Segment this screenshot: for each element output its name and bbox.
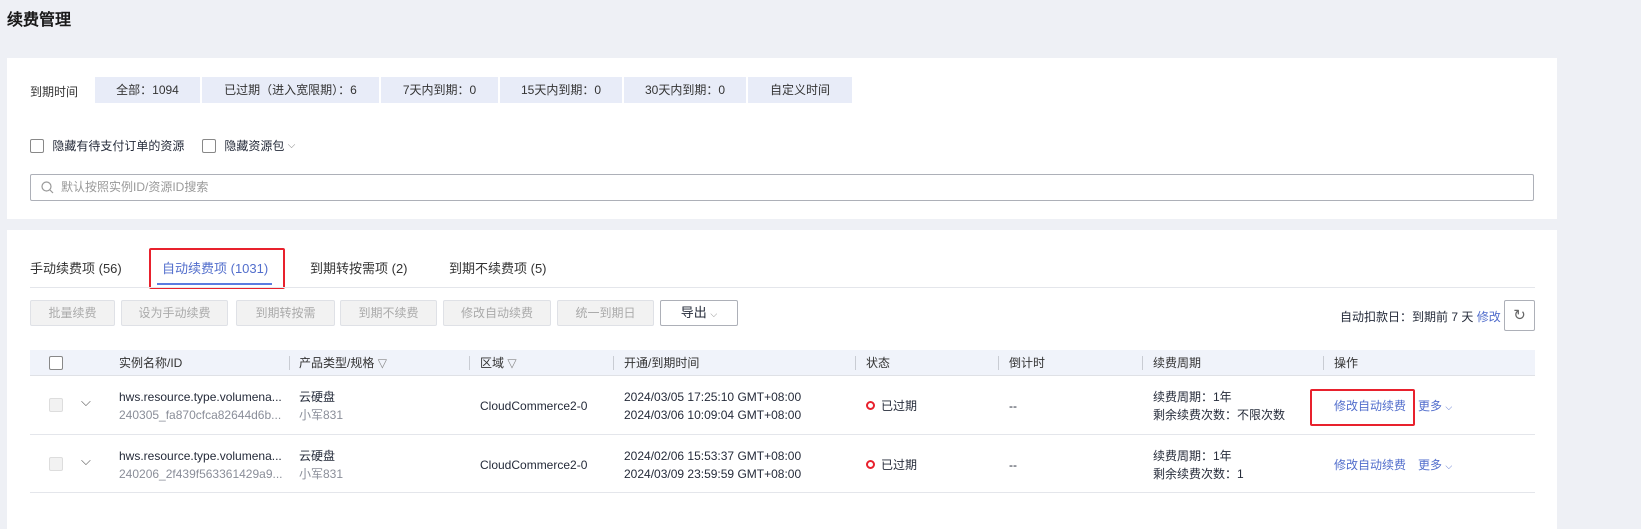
header-cycle: 续费周期: [1153, 356, 1202, 370]
product-type: 云硬盘: [299, 390, 336, 404]
hide-package-label: 隐藏资源包: [224, 139, 285, 153]
status: 已过期: [866, 456, 917, 474]
status: 已过期: [866, 397, 917, 415]
hide-pending-label: 隐藏有待支付订单的资源: [52, 139, 185, 153]
expiry-label: 到期时间: [30, 85, 79, 99]
end-time: 2024/03/09 23:59:59 GMT+08:00: [624, 467, 802, 481]
status-expired-icon: [866, 460, 875, 469]
region: CloudCommerce2-0: [480, 458, 588, 472]
remaining-renewals: 剩余续费次数：1: [1153, 467, 1244, 481]
page-title: 续费管理: [7, 12, 72, 29]
refresh-icon: ↻: [1513, 307, 1526, 324]
status-expired-icon: [866, 401, 875, 410]
filter-expired[interactable]: 已过期（进入宽限期）：6: [202, 77, 379, 103]
chevron-down-icon: ⌵: [1445, 402, 1453, 412]
countdown: --: [1009, 458, 1017, 472]
instance-name[interactable]: hws.resource.type.volumena...: [119, 447, 282, 465]
filter-custom[interactable]: 自定义时间: [748, 77, 852, 103]
refresh-button[interactable]: ↻: [1504, 300, 1535, 331]
tab-divider: [30, 287, 1535, 288]
tab-manual[interactable]: 手动续费项 (56): [30, 258, 122, 277]
unify-expiry-button[interactable]: 统一到期日: [557, 300, 654, 326]
no-renew-button[interactable]: 到期不续费: [340, 300, 437, 326]
instance-name[interactable]: hws.resource.type.volumena...: [119, 388, 282, 406]
deduct-text: 自动扣款日：到期前 7 天: [1340, 310, 1474, 324]
instance-id: 240305_fa870cfca82644d6b...: [119, 408, 282, 422]
row-checkbox[interactable]: [49, 398, 63, 412]
modify-auto-renew-link[interactable]: 修改自动续费: [1334, 456, 1406, 474]
chevron-down-icon: ⌵: [1445, 461, 1453, 471]
more-dropdown[interactable]: 更多 ⌵: [1418, 456, 1452, 475]
hide-pending-checkbox[interactable]: 隐藏有待支付订单的资源: [30, 137, 184, 154]
filter-15days[interactable]: 15天内到期：0: [500, 77, 622, 103]
row-checkbox[interactable]: [49, 457, 63, 471]
expand-chevron-icon[interactable]: ⌵: [81, 453, 91, 469]
deduct-info: 自动扣款日：到期前 7 天 修改: [1340, 308, 1501, 325]
set-manual-button[interactable]: 设为手动续费: [121, 300, 228, 326]
renew-cycle: 续费周期：1年: [1153, 390, 1232, 404]
renew-cycle: 续费周期：1年: [1153, 449, 1232, 463]
end-time: 2024/03/06 10:09:04 GMT+08:00: [624, 408, 802, 422]
filter-30days[interactable]: 30天内到期：0: [624, 77, 746, 103]
search-icon: [41, 181, 54, 194]
header-countdown: 倒计时: [1009, 356, 1046, 370]
tab-no-renew[interactable]: 到期不续费项 (5): [449, 258, 547, 277]
product-spec: 小军831: [299, 467, 344, 481]
hide-package-checkbox[interactable]: 隐藏资源包 ⌵: [202, 137, 295, 154]
batch-renew-button[interactable]: 批量续费: [30, 300, 115, 326]
header-actions: 操作: [1334, 356, 1359, 370]
product-type: 云硬盘: [299, 449, 336, 463]
header-region: 区域 ▽: [480, 356, 517, 370]
remaining-renewals: 剩余续费次数：不限次数: [1153, 408, 1286, 422]
header-name: 实例名称/ID: [119, 356, 183, 370]
select-all-checkbox[interactable]: [49, 356, 63, 370]
tab-to-ondemand[interactable]: 到期转按需项 (2): [310, 258, 408, 277]
region: CloudCommerce2-0: [480, 399, 588, 413]
filter-icon[interactable]: ▽: [378, 356, 387, 370]
export-label: 导出: [680, 305, 707, 320]
highlight-box: [149, 248, 285, 289]
countdown: --: [1009, 399, 1017, 413]
start-time: 2024/02/06 15:53:37 GMT+08:00: [624, 449, 802, 463]
filter-7days[interactable]: 7天内到期：0: [381, 77, 498, 103]
header-time: 开通/到期时间: [624, 356, 700, 370]
list-card: 手动续费项 (56) 自动续费项 (1031) 到期转按需项 (2) 到期不续费…: [7, 230, 1557, 529]
more-dropdown[interactable]: 更多 ⌵: [1418, 397, 1452, 416]
header-status: 状态: [866, 356, 891, 370]
expand-chevron-icon[interactable]: ⌵: [81, 394, 91, 410]
table-row: ⌵ hws.resource.type.volumena... 240305_f…: [30, 376, 1535, 435]
modify-deduct-link[interactable]: 修改: [1477, 310, 1501, 324]
to-ondemand-button[interactable]: 到期转按需: [236, 300, 335, 326]
modify-auto-renew-link[interactable]: 修改自动续费: [1334, 397, 1406, 415]
start-time: 2024/03/05 17:25:10 GMT+08:00: [624, 390, 802, 404]
filter-all[interactable]: 全部：1094: [95, 77, 200, 103]
search-input[interactable]: 默认按照实例ID/资源ID搜索: [30, 174, 1534, 201]
chevron-down-icon: ⌵: [287, 140, 296, 151]
instance-id: 240206_2f439f563361429a9...: [119, 467, 283, 481]
export-button[interactable]: 导出 ⌵: [660, 300, 738, 326]
modify-auto-renew-button[interactable]: 修改自动续费: [443, 300, 551, 326]
table-row: ⌵ hws.resource.type.volumena... 240206_2…: [30, 435, 1535, 493]
product-spec: 小军831: [299, 408, 344, 422]
filter-icon[interactable]: ▽: [507, 356, 516, 370]
table-header: 实例名称/ID 产品类型/规格 ▽ 区域 ▽ 开通/到期时间 状态 倒计时 续费…: [30, 350, 1535, 376]
header-product: 产品类型/规格 ▽: [299, 356, 387, 370]
chevron-down-icon: ⌵: [710, 309, 718, 319]
filter-card: 到期时间 全部：1094 已过期（进入宽限期）：6 7天内到期：0 15天内到期…: [7, 58, 1557, 219]
